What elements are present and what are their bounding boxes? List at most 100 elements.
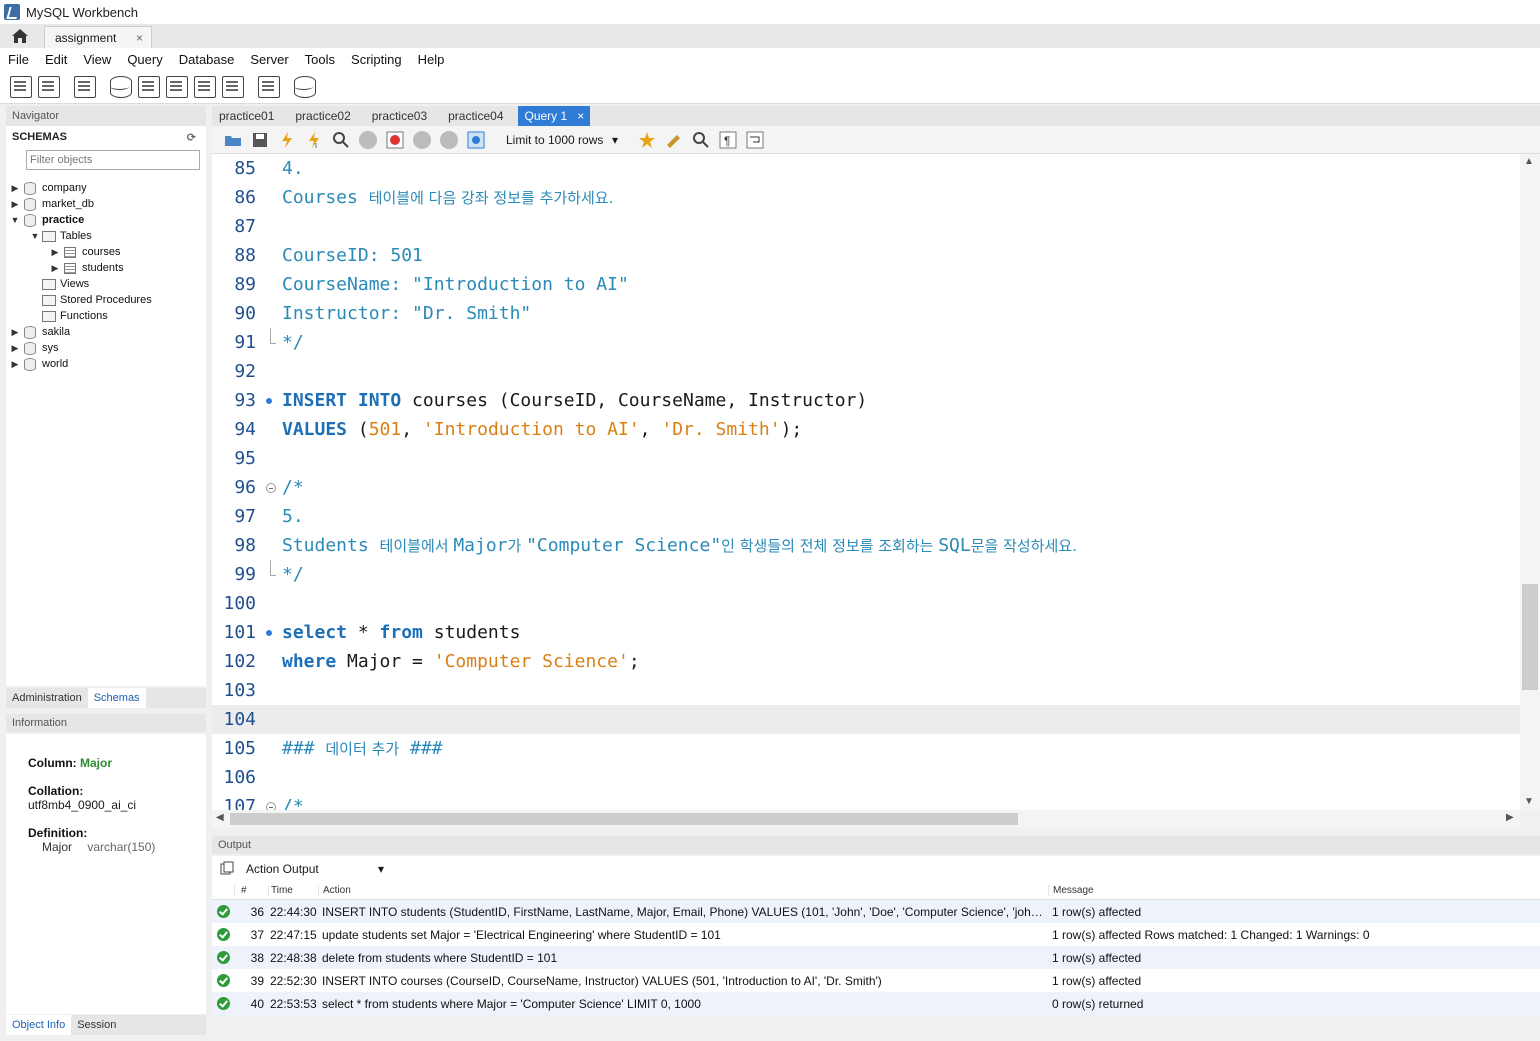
tab-object-info[interactable]: Object Info — [6, 1015, 72, 1035]
save-icon[interactable] — [251, 131, 269, 149]
menu-database[interactable]: Database — [171, 52, 243, 67]
fold-toggle-icon[interactable] — [266, 802, 276, 810]
create-table-icon[interactable] — [138, 75, 160, 98]
execute-current-icon[interactable]: I — [305, 131, 323, 150]
close-icon[interactable]: × — [136, 31, 143, 45]
word-wrap-icon[interactable] — [746, 131, 764, 149]
menu-tools[interactable]: Tools — [297, 52, 343, 67]
table-row[interactable]: 36 22:44:30 INSERT INTO students (Studen… — [212, 900, 1540, 923]
expand-arrow-icon[interactable]: ▶ — [10, 327, 20, 338]
reconnect-icon[interactable] — [294, 75, 316, 98]
tab-query-1[interactable]: Query 1 × — [517, 106, 591, 126]
output-type-select[interactable]: Action Output ▾ — [242, 859, 388, 879]
column-header-message[interactable]: Message — [1048, 885, 1094, 896]
home-button[interactable] — [0, 24, 40, 48]
tree-item-tables[interactable]: ▼ Tables — [6, 228, 206, 244]
menu-edit[interactable]: Edit — [37, 52, 75, 67]
expand-arrow-icon[interactable]: ▶ — [10, 183, 20, 194]
column-header-action[interactable]: Action — [318, 885, 1048, 896]
menu-query[interactable]: Query — [119, 52, 170, 67]
search-table-data-icon[interactable] — [258, 75, 280, 98]
autocommit-icon[interactable] — [467, 131, 485, 149]
create-view-icon[interactable] — [166, 75, 188, 98]
tree-item-courses[interactable]: ▶ courses — [6, 244, 206, 260]
tree-item-practice[interactable]: ▼ practice — [6, 212, 206, 228]
tab-administration[interactable]: Administration — [6, 688, 88, 708]
menu-scripting[interactable]: Scripting — [343, 52, 410, 67]
tree-item-sakila[interactable]: ▶ sakila — [6, 324, 206, 340]
copy-icon[interactable] — [220, 861, 234, 878]
table-row[interactable]: 39 22:52:30 INSERT INTO courses (CourseI… — [212, 969, 1540, 992]
expand-arrow-icon[interactable]: ▶ — [10, 359, 20, 370]
beautify-brush-icon[interactable] — [665, 131, 683, 149]
tree-item-views[interactable]: Views — [6, 276, 206, 292]
scroll-left-arrow-icon[interactable]: ◀ — [216, 812, 224, 823]
tab-practice02[interactable]: practice02 — [288, 106, 364, 126]
rollback-icon[interactable] — [440, 130, 458, 149]
open-sql-script-icon[interactable] — [38, 75, 60, 98]
scroll-down-arrow-icon[interactable]: ▼ — [1524, 796, 1534, 807]
new-sql-tab-icon[interactable] — [10, 75, 32, 98]
filter-objects-input[interactable]: Filter objects — [26, 150, 200, 170]
stop-icon[interactable] — [359, 130, 377, 149]
commit-icon[interactable] — [413, 130, 431, 149]
add-snippet-star-icon[interactable] — [638, 131, 656, 149]
column-header-time[interactable]: Time — [268, 885, 318, 896]
toggle-error-icon[interactable] — [386, 131, 404, 149]
expand-arrow-icon[interactable]: ▶ — [50, 247, 60, 258]
collapse-arrow-icon[interactable]: ▼ — [30, 231, 40, 241]
editor-horizontal-scrollbar[interactable]: ◀ ▶ — [212, 810, 1520, 828]
menu-help[interactable]: Help — [410, 52, 453, 67]
tab-practice03[interactable]: practice03 — [365, 106, 441, 126]
row-time: 22:44:30 — [270, 904, 317, 919]
tree-item-functions[interactable]: Functions — [6, 308, 206, 324]
limit-rows-select[interactable]: Limit to 1000 rows ▾ — [502, 130, 622, 150]
tree-item-company[interactable]: ▶ company — [6, 180, 206, 196]
table-row[interactable]: 40 22:53:53 select * from students where… — [212, 992, 1540, 1015]
table-row[interactable]: 38 22:48:38 delete from students where S… — [212, 946, 1540, 969]
code-line-93: 93 INSERT INTO courses (CourseID, Course… — [212, 386, 1520, 415]
expand-arrow-icon[interactable]: ▶ — [10, 199, 20, 210]
open-folder-icon[interactable] — [224, 131, 242, 149]
scroll-right-arrow-icon[interactable]: ▶ — [1506, 812, 1514, 823]
scrollbar-thumb[interactable] — [230, 813, 1018, 825]
tab-schemas[interactable]: Schemas — [87, 688, 146, 708]
create-procedure-icon[interactable] — [194, 75, 216, 98]
tree-item-market-db[interactable]: ▶ market_db — [6, 196, 206, 212]
close-icon[interactable]: × — [577, 109, 584, 123]
tree-item-sys[interactable]: ▶ sys — [6, 340, 206, 356]
menu-server[interactable]: Server — [242, 52, 296, 67]
column-header-number[interactable]: # — [234, 885, 268, 896]
editor-vertical-scrollbar[interactable]: ▲ ▼ — [1520, 154, 1540, 810]
find-magnifier-icon[interactable] — [692, 131, 710, 149]
tab-practice04[interactable]: practice04 — [441, 106, 517, 126]
fold-toggle-icon[interactable] — [266, 483, 276, 493]
tree-item-students[interactable]: ▶ students — [6, 260, 206, 276]
tree-item-world[interactable]: ▶ world — [6, 356, 206, 372]
explain-magnifier-icon[interactable] — [332, 131, 350, 149]
code-token: students — [422, 622, 521, 643]
connection-tab-assignment[interactable]: assignment × — [44, 26, 152, 48]
tab-session[interactable]: Session — [71, 1015, 122, 1035]
tree-item-stored-procedures[interactable]: Stored Procedures — [6, 292, 206, 308]
inspector-icon[interactable] — [74, 75, 96, 98]
invisible-chars-icon[interactable]: ¶ — [719, 131, 737, 149]
tab-practice01[interactable]: practice01 — [212, 106, 288, 126]
refresh-icon[interactable]: ⟳ — [187, 131, 196, 144]
table-row[interactable]: 37 22:47:15 update students set Major = … — [212, 923, 1540, 946]
create-schema-icon[interactable] — [110, 75, 132, 98]
collapse-arrow-icon[interactable]: ▼ — [10, 215, 20, 225]
expand-arrow-icon[interactable]: ▶ — [50, 263, 60, 274]
information-panel: Column: Major Collation: utf8mb4_0900_ai… — [6, 734, 206, 1014]
menu-bar: File Edit View Query Database Server Too… — [0, 48, 1540, 70]
scroll-up-arrow-icon[interactable]: ▲ — [1524, 156, 1534, 167]
sql-editor[interactable]: 85 4. 86 Courses 테이블에 다음 강좌 정보를 추가하세요. 8… — [212, 154, 1520, 810]
create-function-icon[interactable] — [222, 75, 244, 98]
scrollbar-thumb[interactable] — [1522, 584, 1538, 690]
expand-arrow-icon[interactable]: ▶ — [10, 343, 20, 354]
code-line-97: 97 5. — [212, 502, 1520, 531]
execute-lightning-icon[interactable] — [278, 131, 296, 149]
gutter — [256, 299, 282, 328]
menu-view[interactable]: View — [75, 52, 119, 67]
menu-file[interactable]: File — [0, 52, 37, 67]
